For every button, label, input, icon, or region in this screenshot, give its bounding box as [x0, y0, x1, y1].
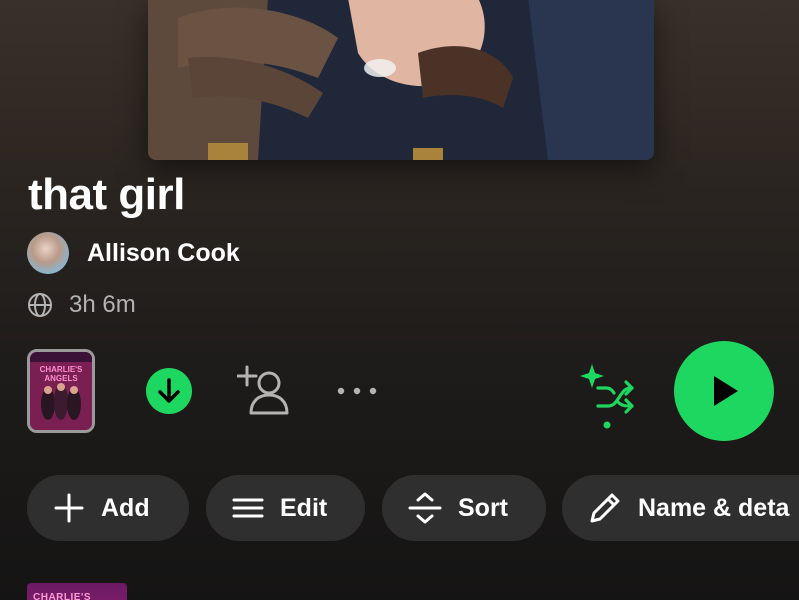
- name-and-details-button[interactable]: Name & deta: [562, 475, 799, 541]
- playlist-page: that girl Allison Cook 3h 6m CHARLIE'S A…: [0, 0, 799, 600]
- playlist-owner[interactable]: Allison Cook: [27, 232, 240, 274]
- playlist-preview-thumbnail[interactable]: CHARLIE'S ANGELS: [27, 349, 95, 433]
- edit-button[interactable]: Edit: [206, 475, 365, 541]
- playlist-cover-image: [148, 0, 654, 160]
- more-options-button[interactable]: [334, 376, 380, 406]
- svg-text:CHARLIE'S: CHARLIE'S: [40, 365, 83, 374]
- download-button[interactable]: [145, 367, 193, 415]
- add-user-icon: [237, 365, 289, 415]
- track-thumb-text: CHARLIE'S: [33, 592, 91, 600]
- download-icon: [146, 368, 192, 414]
- play-icon: [714, 376, 738, 406]
- sort-icon: [408, 492, 442, 524]
- play-button[interactable]: [674, 341, 774, 441]
- playlist-title: that girl: [28, 170, 185, 219]
- playlist-meta: 3h 6m: [27, 290, 136, 320]
- pencil-icon: [590, 493, 620, 523]
- plus-icon: [54, 493, 84, 523]
- playlist-duration: 3h 6m: [69, 291, 136, 318]
- add-button[interactable]: Add: [27, 475, 189, 541]
- smart-shuffle-button[interactable]: [578, 362, 638, 432]
- more-icon: [337, 387, 377, 395]
- smart-shuffle-icon: [580, 364, 634, 429]
- owner-name[interactable]: Allison Cook: [87, 239, 240, 268]
- name-and-details-label: Name & deta: [638, 493, 790, 522]
- invite-collaborator-button[interactable]: [237, 365, 293, 417]
- track-list-item-thumbnail[interactable]: CHARLIE'S: [27, 583, 127, 600]
- owner-avatar[interactable]: [27, 232, 69, 274]
- edit-button-label: Edit: [280, 493, 328, 522]
- sort-button-label: Sort: [458, 493, 508, 522]
- sort-button[interactable]: Sort: [382, 475, 546, 541]
- menu-lines-icon: [232, 498, 264, 518]
- svg-text:ANGELS: ANGELS: [44, 374, 78, 383]
- globe-icon: [28, 293, 52, 317]
- add-button-label: Add: [101, 493, 150, 522]
